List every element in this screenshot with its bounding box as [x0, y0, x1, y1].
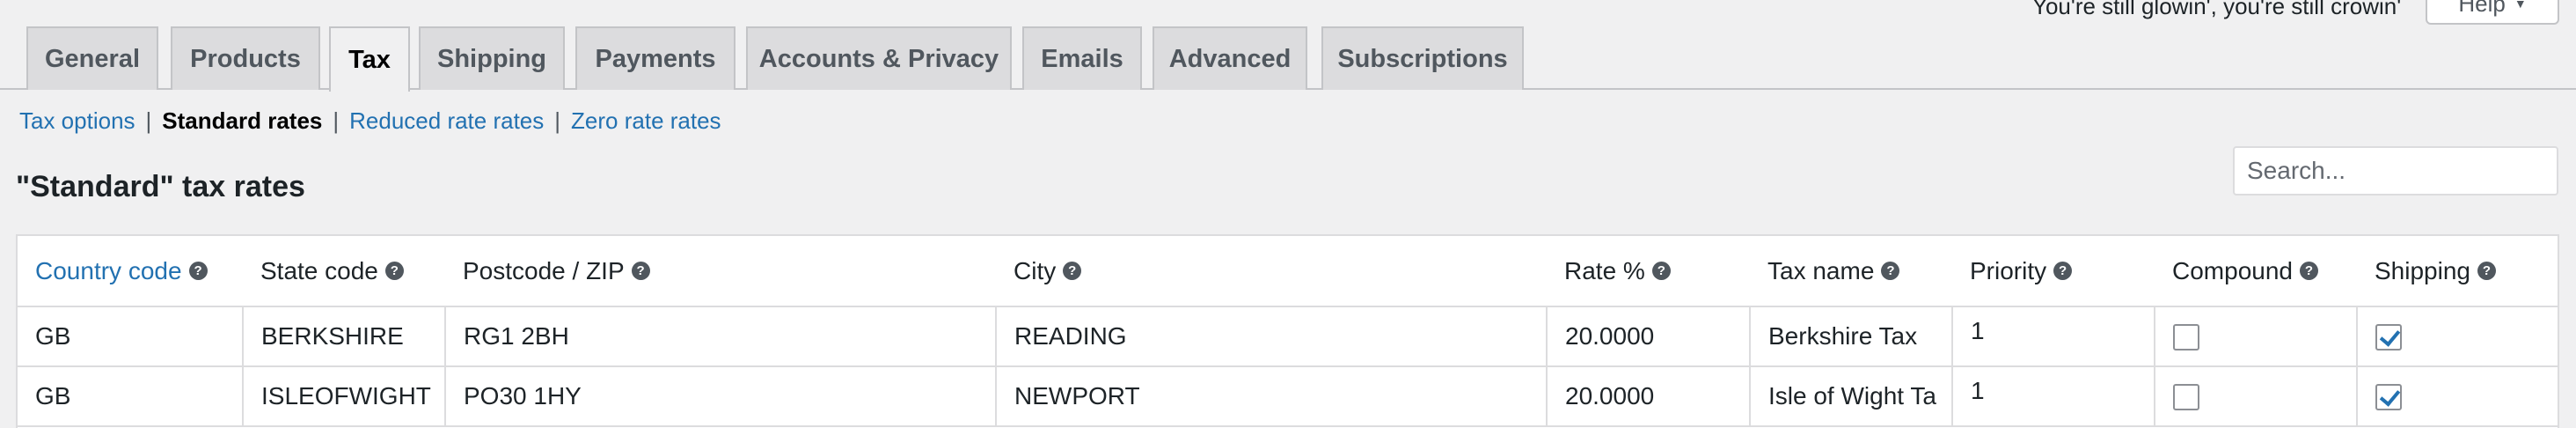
priority-value: 1 — [1971, 317, 1985, 344]
cell-compound — [2155, 306, 2358, 367]
help-icon[interactable]: ? — [1881, 261, 1900, 280]
tab-tax[interactable]: Tax — [329, 26, 410, 92]
help-icon[interactable]: ? — [1063, 261, 1082, 280]
column-label: Priority — [1970, 256, 2047, 284]
column-country-code[interactable]: Country code? — [18, 236, 243, 307]
settings-tabs: General Products Tax Shipping Payments A… — [0, 26, 2576, 92]
tab-shipping[interactable]: Shipping — [419, 26, 565, 90]
help-icon[interactable]: ? — [384, 261, 404, 280]
cell-priority[interactable]: 1 — [1952, 306, 2155, 367]
help-icon[interactable]: ? — [2299, 261, 2318, 280]
cell-state[interactable]: ISLEOFWIGHT — [243, 366, 446, 427]
help-button[interactable]: Help ▼ — [2426, 0, 2559, 25]
column-priority: Priority? — [1952, 236, 2155, 307]
cell-country[interactable]: GB — [18, 306, 244, 367]
column-label: Rate % — [1564, 256, 1645, 284]
column-shipping: Shipping? — [2357, 236, 2559, 307]
cell-tax-name[interactable]: Isle of Wight Ta — [1750, 366, 1953, 427]
cell-country[interactable]: GB — [18, 366, 244, 427]
column-postcode: Postcode / ZIP? — [445, 236, 996, 307]
subnav-reduced-rates[interactable]: Reduced rate rates — [349, 107, 544, 135]
cell-shipping — [2357, 306, 2559, 367]
cell-compound — [2155, 366, 2358, 427]
help-icon[interactable]: ? — [1651, 261, 1671, 280]
shipping-checkbox[interactable] — [2375, 384, 2402, 411]
cell-city[interactable]: NEWPORT — [996, 366, 1548, 427]
table-row: GB ISLEOFWIGHT PO30 1HY NEWPORT 20.0000 … — [18, 366, 2559, 427]
subnav-zero-rates[interactable]: Zero rate rates — [571, 107, 721, 135]
subnav-separator: | — [333, 107, 340, 134]
tax-rates-table: Country code? State code? Postcode / ZIP… — [16, 234, 2559, 428]
subnav-standard-rates[interactable]: Standard rates — [162, 107, 322, 135]
column-label: Tax name — [1767, 256, 1875, 284]
cell-city[interactable]: READING — [996, 306, 1548, 367]
cell-rate[interactable]: 20.0000 — [1547, 366, 1751, 427]
cell-postcode[interactable]: PO30 1HY — [445, 366, 997, 427]
table-header-row: Country code? State code? Postcode / ZIP… — [18, 236, 2559, 307]
help-icon[interactable]: ? — [188, 261, 208, 280]
cell-shipping — [2357, 366, 2559, 427]
shipping-checkbox[interactable] — [2375, 324, 2402, 351]
compound-checkbox[interactable] — [2173, 324, 2199, 351]
help-icon[interactable]: ? — [2053, 261, 2073, 280]
woocommerce-settings-page: You're still glowin', you're still crowi… — [0, 0, 2576, 428]
help-icon[interactable]: ? — [631, 261, 650, 280]
tax-subnav: Tax options | Standard rates | Reduced r… — [19, 107, 721, 135]
column-label: Postcode / ZIP — [463, 256, 625, 284]
table-row: GB BERKSHIRE RG1 2BH READING 20.0000 Ber… — [18, 306, 2559, 367]
column-rate: Rate %? — [1547, 236, 1750, 307]
column-label: Compound — [2172, 256, 2293, 284]
cell-priority[interactable]: 1 — [1952, 366, 2155, 427]
column-label: State code — [260, 256, 378, 284]
column-tax-name: Tax name? — [1750, 236, 1952, 307]
tagline-text: You're still glowin', you're still crowi… — [2032, 0, 2402, 19]
tab-payments[interactable]: Payments — [575, 26, 735, 90]
page-title: "Standard" tax rates — [16, 170, 305, 203]
tab-emails[interactable]: Emails — [1022, 26, 1142, 90]
column-state-code: State code? — [243, 236, 445, 307]
tab-advanced[interactable]: Advanced — [1153, 26, 1307, 90]
column-label: City — [1014, 256, 1057, 284]
compound-checkbox[interactable] — [2173, 384, 2199, 411]
cell-tax-name[interactable]: Berkshire Tax — [1750, 306, 1953, 367]
column-compound: Compound? — [2155, 236, 2357, 307]
tab-accounts-privacy[interactable]: Accounts & Privacy — [746, 26, 1012, 90]
priority-value: 1 — [1971, 377, 1985, 404]
cell-postcode[interactable]: RG1 2BH — [445, 306, 997, 367]
caret-down-icon: ▼ — [2514, 0, 2527, 11]
tab-subscriptions[interactable]: Subscriptions — [1321, 26, 1524, 90]
tab-products[interactable]: Products — [171, 26, 320, 90]
column-city: City? — [996, 236, 1547, 307]
tab-general[interactable]: General — [26, 26, 158, 90]
help-icon[interactable]: ? — [2477, 261, 2496, 280]
column-label: Country code — [35, 256, 182, 284]
help-label: Help — [2458, 0, 2506, 17]
subnav-separator: | — [145, 107, 152, 134]
cell-state[interactable]: BERKSHIRE — [243, 306, 446, 367]
cell-rate[interactable]: 20.0000 — [1547, 306, 1751, 367]
subnav-tax-options[interactable]: Tax options — [19, 107, 135, 135]
column-label: Shipping — [2375, 256, 2470, 284]
subnav-separator: | — [554, 107, 561, 134]
search-input[interactable] — [2233, 146, 2558, 196]
